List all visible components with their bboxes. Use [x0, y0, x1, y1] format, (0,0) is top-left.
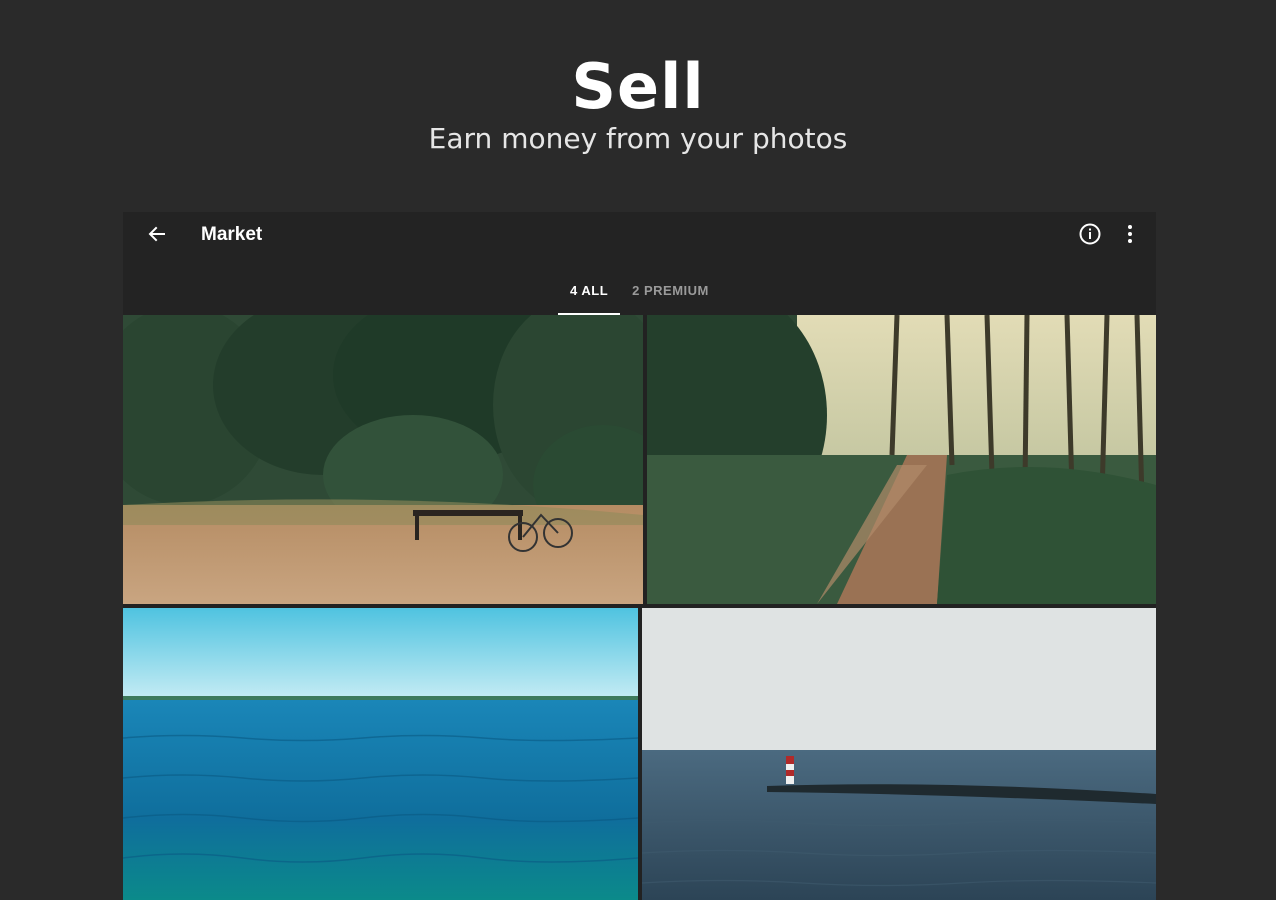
more-vertical-icon: [1128, 225, 1132, 243]
promo-subtitle: Earn money from your photos: [428, 122, 848, 155]
app-title: Market: [201, 224, 263, 245]
photo-tile-forest-bench[interactable]: [123, 315, 643, 604]
promo-title: Sell: [571, 50, 705, 123]
photo-tile-open-sea[interactable]: [123, 608, 638, 900]
info-icon: [1079, 223, 1101, 245]
more-options-button[interactable]: [1118, 222, 1142, 246]
tab-bar: 4 ALL 2 PREMIUM: [558, 274, 721, 315]
app-bar: Market 4 ALL 2 PREMIUM: [123, 212, 1156, 315]
forest-path-image: [647, 315, 1156, 604]
photo-tile-lighthouse[interactable]: [642, 608, 1156, 900]
tab-premium[interactable]: 2 PREMIUM: [620, 274, 721, 315]
lighthouse-image: [642, 608, 1156, 900]
arrow-left-icon: [148, 226, 165, 242]
info-button[interactable]: [1078, 222, 1102, 246]
tab-all[interactable]: 4 ALL: [558, 274, 621, 315]
forest-bench-image: [123, 315, 643, 604]
open-sea-image: [123, 608, 638, 900]
app-screen: Market 4 ALL 2 PREMIUM: [123, 212, 1156, 900]
back-button[interactable]: [143, 220, 171, 248]
photo-tile-forest-path[interactable]: [647, 315, 1156, 604]
